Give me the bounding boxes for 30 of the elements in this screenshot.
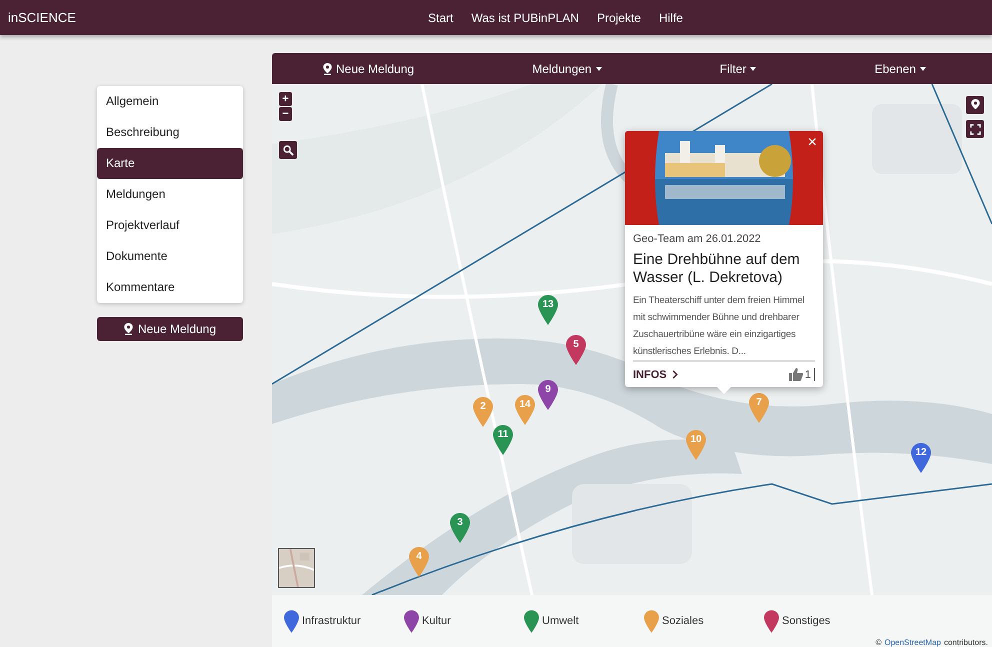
legend-label: Umwelt [542,615,579,627]
caret-icon [596,66,602,70]
pin-icon [124,323,133,335]
sidebar-item[interactable]: Meldungen [97,179,243,210]
legend-label: Kultur [422,615,451,627]
copyright-symbol: © [876,638,882,647]
sidebar-item[interactable]: Dokumente [97,241,243,272]
nav-link[interactable]: Hilfe [658,10,683,24]
legend-label: Soziales [662,615,704,627]
sidebar-item[interactable]: Beschreibung [97,117,243,148]
toolbar-button[interactable]: Ebenen [874,58,926,80]
sidebar-item[interactable]: Projektverlauf [97,210,243,241]
caret-icon [750,66,756,70]
attribution-link[interactable]: OpenStreetMap [884,638,941,647]
pin-icon [323,62,332,74]
toolbar-button[interactable]: Meldungen [532,58,602,80]
new-report-button[interactable]: Neue Meldung [97,317,243,341]
caret-icon [920,66,926,70]
nav-link[interactable]: Was ist PUBinPLAN [471,10,579,24]
legend-label: Infrastruktur [302,615,361,627]
brand-name[interactable]: inSCIENCE [0,10,76,25]
nav-link[interactable]: Start [428,10,454,24]
nav-link[interactable]: Projekte [596,10,641,24]
sidebar-item[interactable]: Kommentare [97,272,243,303]
legend-label: Sonstiges [782,615,830,627]
toolbar-button[interactable]: Filter [720,58,756,80]
sidebar-item[interactable]: Karte [97,148,243,179]
sidebar-item[interactable]: Allgemein [97,86,243,117]
toolbar-button[interactable]: Neue Meldung [323,58,414,80]
attribution-text: contributors. [944,638,988,647]
